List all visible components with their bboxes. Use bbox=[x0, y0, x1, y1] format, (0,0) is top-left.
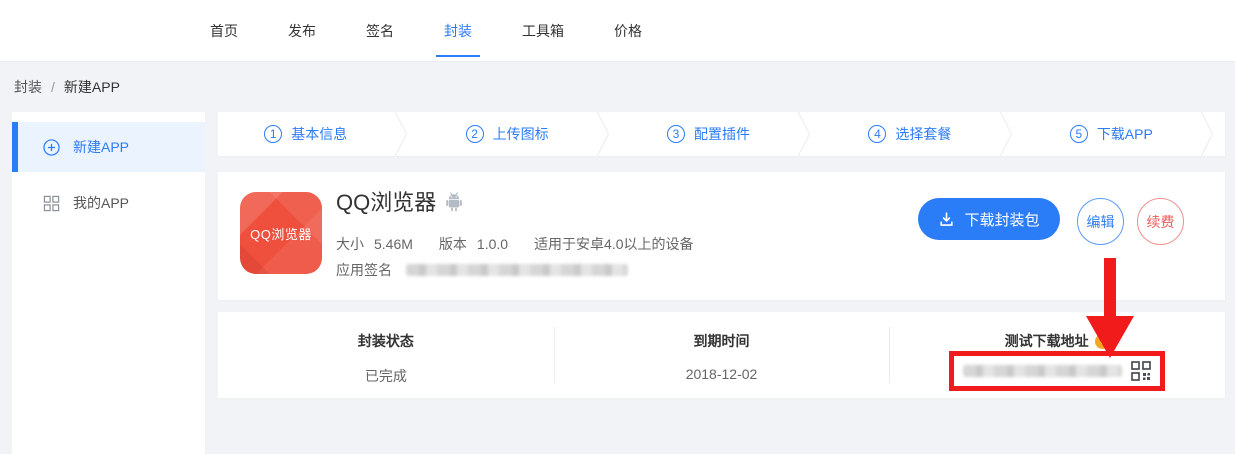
app-info-card: QQ浏览器 QQ浏览器 大小5.46M版本1.0.0适用于安卓4.0以上的设备 … bbox=[218, 172, 1225, 300]
steps-wizard: 1 基本信息 2 上传图标 3 配置插件 4 选择套餐 5 下载APP bbox=[218, 112, 1225, 156]
renew-button[interactable]: 续费 bbox=[1137, 198, 1184, 245]
step-number: 4 bbox=[868, 125, 886, 143]
package-status-value: 已完成 bbox=[218, 366, 554, 386]
step-upload-icon: 2 上传图标 bbox=[419, 112, 594, 156]
step-chevron-separator bbox=[393, 112, 419, 156]
step-label: 下载APP bbox=[1097, 124, 1153, 144]
test-download-label: 测试下载地址 bbox=[1005, 331, 1089, 351]
sidebar: 新建APP 我的APP bbox=[12, 112, 205, 454]
step-label: 基本信息 bbox=[291, 124, 347, 144]
android-icon bbox=[445, 191, 463, 212]
app-icon-label: QQ浏览器 bbox=[250, 224, 312, 243]
app-version-label: 版本 bbox=[439, 236, 467, 252]
app-size-value: 5.46M bbox=[374, 236, 413, 252]
package-status-label: 封装状态 bbox=[358, 331, 414, 351]
test-download-label-row: 测试下载地址 ? bbox=[1005, 331, 1110, 351]
status-panel: 封装状态 已完成 到期时间 2018-12-02 测试下载地址 ? bbox=[218, 312, 1225, 398]
plus-circle-icon bbox=[43, 139, 60, 156]
nav-item-toolbox[interactable]: 工具箱 bbox=[522, 21, 564, 41]
expiry-label: 到期时间 bbox=[694, 331, 750, 351]
app-version-value: 1.0.0 bbox=[477, 236, 508, 252]
grid-icon bbox=[43, 195, 60, 212]
step-configure-plugin: 3 配置插件 bbox=[621, 112, 796, 156]
app-icon: QQ浏览器 bbox=[240, 192, 322, 274]
nav-item-price[interactable]: 价格 bbox=[614, 21, 642, 41]
download-package-button[interactable]: 下载封装包 bbox=[918, 198, 1060, 240]
app-signature-blurred bbox=[406, 264, 628, 276]
step-number: 3 bbox=[667, 125, 685, 143]
app-meta-row: 大小 5.46M 版本 1.0.0 适用于安卓4.0以上的设备 bbox=[336, 234, 694, 254]
app-compatibility: 适用于安卓4.0以上的设备 bbox=[534, 236, 693, 252]
step-chevron-separator bbox=[796, 112, 822, 156]
step-label: 配置插件 bbox=[694, 124, 750, 144]
package-status-column: 封装状态 已完成 bbox=[218, 312, 554, 398]
main-nav: 首页 发布 签名 封装 工具箱 价格 bbox=[0, 0, 1235, 61]
breadcrumb-package[interactable]: 封装 bbox=[14, 79, 42, 95]
nav-item-package[interactable]: 封装 bbox=[444, 21, 472, 41]
step-number: 5 bbox=[1070, 125, 1088, 143]
app-signature-row: 应用签名 bbox=[336, 260, 628, 280]
breadcrumb-current: 新建APP bbox=[64, 79, 120, 95]
step-label: 选择套餐 bbox=[895, 124, 951, 144]
download-package-label: 下载封装包 bbox=[964, 209, 1039, 230]
help-icon[interactable]: ? bbox=[1095, 334, 1110, 349]
sidebar-item-my-app[interactable]: 我的APP bbox=[12, 178, 205, 228]
highlight-box bbox=[949, 351, 1165, 391]
breadcrumb-separator: / bbox=[51, 79, 55, 95]
step-chevron-separator bbox=[1199, 112, 1225, 156]
nav-item-signature[interactable]: 签名 bbox=[366, 21, 394, 41]
step-label: 上传图标 bbox=[493, 124, 549, 144]
edit-button[interactable]: 编辑 bbox=[1077, 198, 1124, 245]
app-size-label: 大小 bbox=[336, 236, 364, 252]
sidebar-item-label: 我的APP bbox=[73, 193, 129, 213]
nav-item-home[interactable]: 首页 bbox=[210, 21, 238, 41]
step-select-plan: 4 选择套餐 bbox=[822, 112, 997, 156]
app-signature-label: 应用签名 bbox=[336, 260, 392, 280]
test-download-column: 测试下载地址 ? bbox=[889, 312, 1225, 398]
expiry-value: 2018-12-02 bbox=[554, 366, 890, 382]
breadcrumb: 封装 / 新建APP bbox=[14, 77, 120, 97]
app-name: QQ浏览器 bbox=[336, 185, 436, 217]
step-basic-info: 1 基本信息 bbox=[218, 112, 393, 156]
step-chevron-separator bbox=[998, 112, 1024, 156]
qr-code-icon[interactable] bbox=[1131, 361, 1151, 381]
step-download-app: 5 下载APP bbox=[1024, 112, 1199, 156]
step-number: 1 bbox=[264, 125, 282, 143]
step-number: 2 bbox=[466, 125, 484, 143]
step-chevron-separator bbox=[595, 112, 621, 156]
top-header: 首页 发布 签名 封装 工具箱 价格 bbox=[0, 0, 1235, 62]
nav-item-publish[interactable]: 发布 bbox=[288, 21, 316, 41]
download-icon bbox=[938, 211, 955, 228]
expiry-column: 到期时间 2018-12-02 bbox=[554, 312, 890, 398]
sidebar-item-label: 新建APP bbox=[73, 137, 129, 157]
sidebar-item-new-app[interactable]: 新建APP bbox=[12, 122, 205, 172]
test-download-url-blurred[interactable] bbox=[963, 365, 1122, 377]
